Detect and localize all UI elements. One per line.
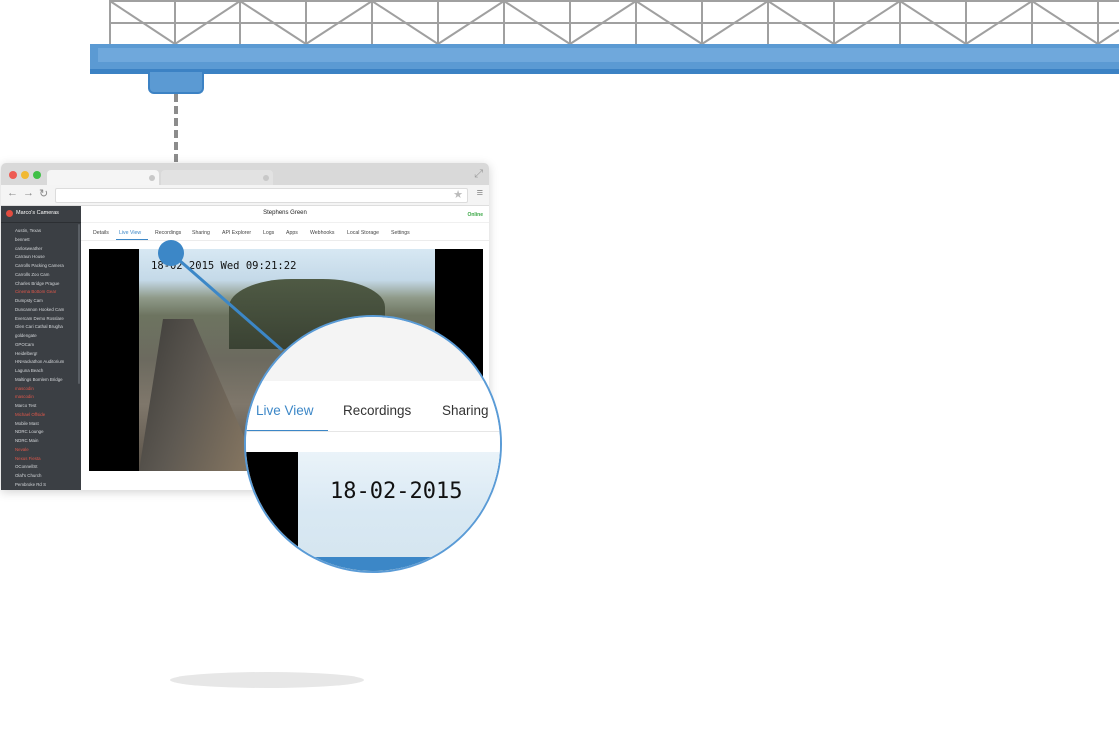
magnifier-lens: Live View Recordings Sharing 18-02-2015: [244, 315, 502, 573]
magnifier-timestamp: 18-02-2015: [330, 479, 463, 504]
magnifier-tabs: Live View Recordings Sharing: [246, 381, 500, 432]
magnifier-video-sky: [298, 452, 500, 571]
magnifier-video: 18-02-2015: [246, 432, 500, 571]
floor-shadow: [170, 672, 364, 688]
magnifier-connector: [170, 251, 283, 352]
magnifier-tab-sharing: Sharing: [442, 403, 489, 418]
magnifier-header: [246, 317, 500, 382]
magnifier-video-letterbox: [246, 452, 298, 571]
magnifier-tab-recordings: Recordings: [343, 403, 412, 418]
magnifier-focus-dot: [158, 240, 184, 266]
magnifier-tab-live-view: Live View: [256, 403, 314, 418]
magnifier-base: [246, 557, 500, 571]
magnifier-tab-underline: [246, 430, 328, 431]
